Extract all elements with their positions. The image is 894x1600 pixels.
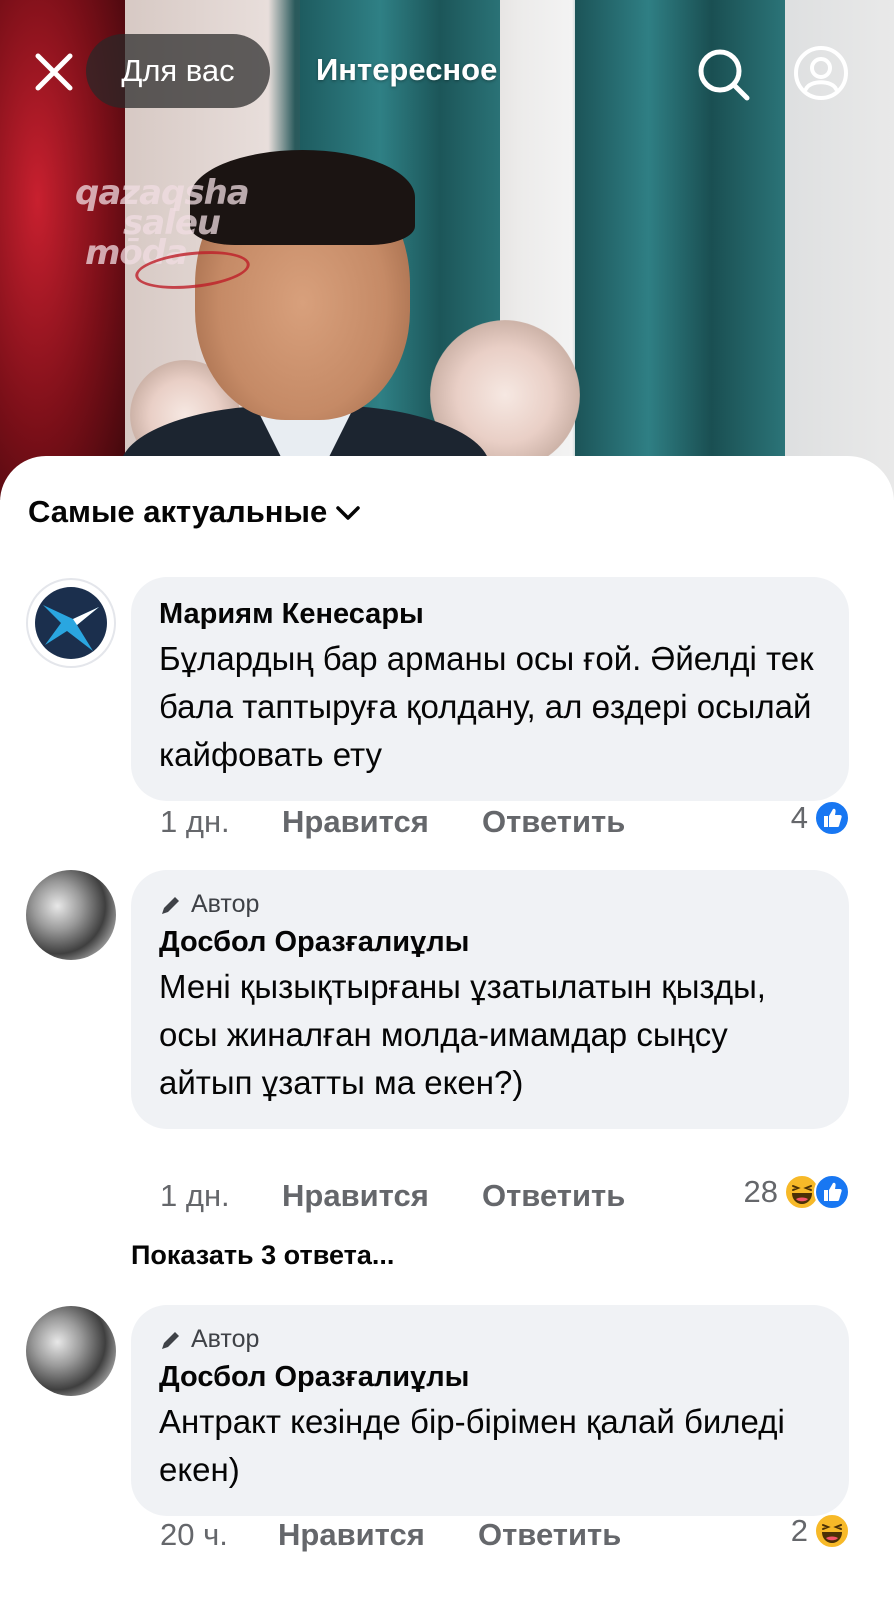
reaction-count: 4 xyxy=(790,800,808,835)
comment-text: Антракт кезінде бір-бірімен қалай биледі… xyxy=(159,1403,785,1488)
avatar[interactable] xyxy=(26,1306,116,1396)
chevron-down-icon xyxy=(336,506,360,520)
comment-actions: 20 ч. Нравится Ответить 2 xyxy=(160,1513,850,1557)
comment-bubble[interactable]: Автор Досбол Оразғалиұлы Мені қызықтырға… xyxy=(131,870,849,1129)
comment-text: Бұлардың бар арманы осы ғой. Әйелді тек … xyxy=(159,640,814,773)
comment-bubble[interactable]: Автор Досбол Оразғалиұлы Антракт кезінде… xyxy=(131,1305,849,1516)
tab-for-you[interactable]: Для вас xyxy=(86,34,270,108)
reaction-summary[interactable]: 28 xyxy=(744,1174,850,1210)
author-badge: Автор xyxy=(159,1325,821,1354)
reply-button[interactable]: Ответить xyxy=(478,1517,621,1553)
tab-interesting[interactable]: Интересное xyxy=(316,52,497,88)
comment-timestamp[interactable]: 20 ч. xyxy=(160,1517,228,1553)
search-icon xyxy=(698,49,750,101)
pen-icon xyxy=(162,1331,179,1349)
author-badge: Автор xyxy=(159,890,821,919)
profile-button[interactable] xyxy=(792,44,850,102)
comment-bubble[interactable]: Мариям Кенесары Бұлардың бар арманы осы … xyxy=(131,577,849,801)
reaction-count: 2 xyxy=(790,1513,808,1548)
avatar[interactable] xyxy=(26,870,116,960)
reply-button[interactable]: Ответить xyxy=(482,1178,625,1214)
avatar[interactable] xyxy=(26,578,116,668)
comment-timestamp[interactable]: 1 дн. xyxy=(160,1178,230,1214)
comment-text: Мені қызықтырғаны ұзатылатын қызды, осы … xyxy=(159,968,766,1101)
author-badge-label: Автор xyxy=(191,890,260,918)
comment-author-name[interactable]: Досбол Оразғалиұлы xyxy=(159,925,821,959)
reaction-summary[interactable]: 2 xyxy=(791,1513,850,1549)
comment-actions: 1 дн. Нравится Ответить 4 xyxy=(160,800,850,844)
author-badge-label: Автор xyxy=(191,1325,260,1353)
comments-sheet: Самые актуальные Мариям Кенесары Бұларды… xyxy=(0,456,894,1600)
like-button[interactable]: Нравится xyxy=(282,1178,429,1214)
reaction-count: 28 xyxy=(743,1174,778,1209)
pen-icon xyxy=(162,896,179,914)
reply-button[interactable]: Ответить xyxy=(482,804,625,840)
comment-timestamp[interactable]: 1 дн. xyxy=(160,804,230,840)
sort-label: Самые актуальные xyxy=(28,494,328,529)
like-button[interactable]: Нравится xyxy=(278,1517,425,1553)
profile-icon xyxy=(794,46,848,100)
comment-author-name[interactable]: Мариям Кенесары xyxy=(159,597,821,631)
like-reaction-icon xyxy=(814,1174,850,1210)
haha-reaction-icon xyxy=(814,1513,850,1549)
comment-author-name[interactable]: Досбол Оразғалиұлы xyxy=(159,1360,821,1394)
comment-actions: 1 дн. Нравится Ответить 28 xyxy=(160,1174,850,1218)
like-button[interactable]: Нравится xyxy=(282,804,429,840)
top-bar: Для вас Интересное xyxy=(0,0,894,150)
like-reaction-icon xyxy=(814,800,850,836)
show-replies-link[interactable]: Показать 3 ответа... xyxy=(131,1240,394,1271)
search-button[interactable] xyxy=(695,46,751,102)
close-icon xyxy=(35,53,73,91)
sort-dropdown[interactable]: Самые актуальные xyxy=(28,494,361,530)
close-button[interactable] xyxy=(30,48,78,96)
reaction-summary[interactable]: 4 xyxy=(791,800,850,836)
star-logo-icon xyxy=(35,587,107,659)
